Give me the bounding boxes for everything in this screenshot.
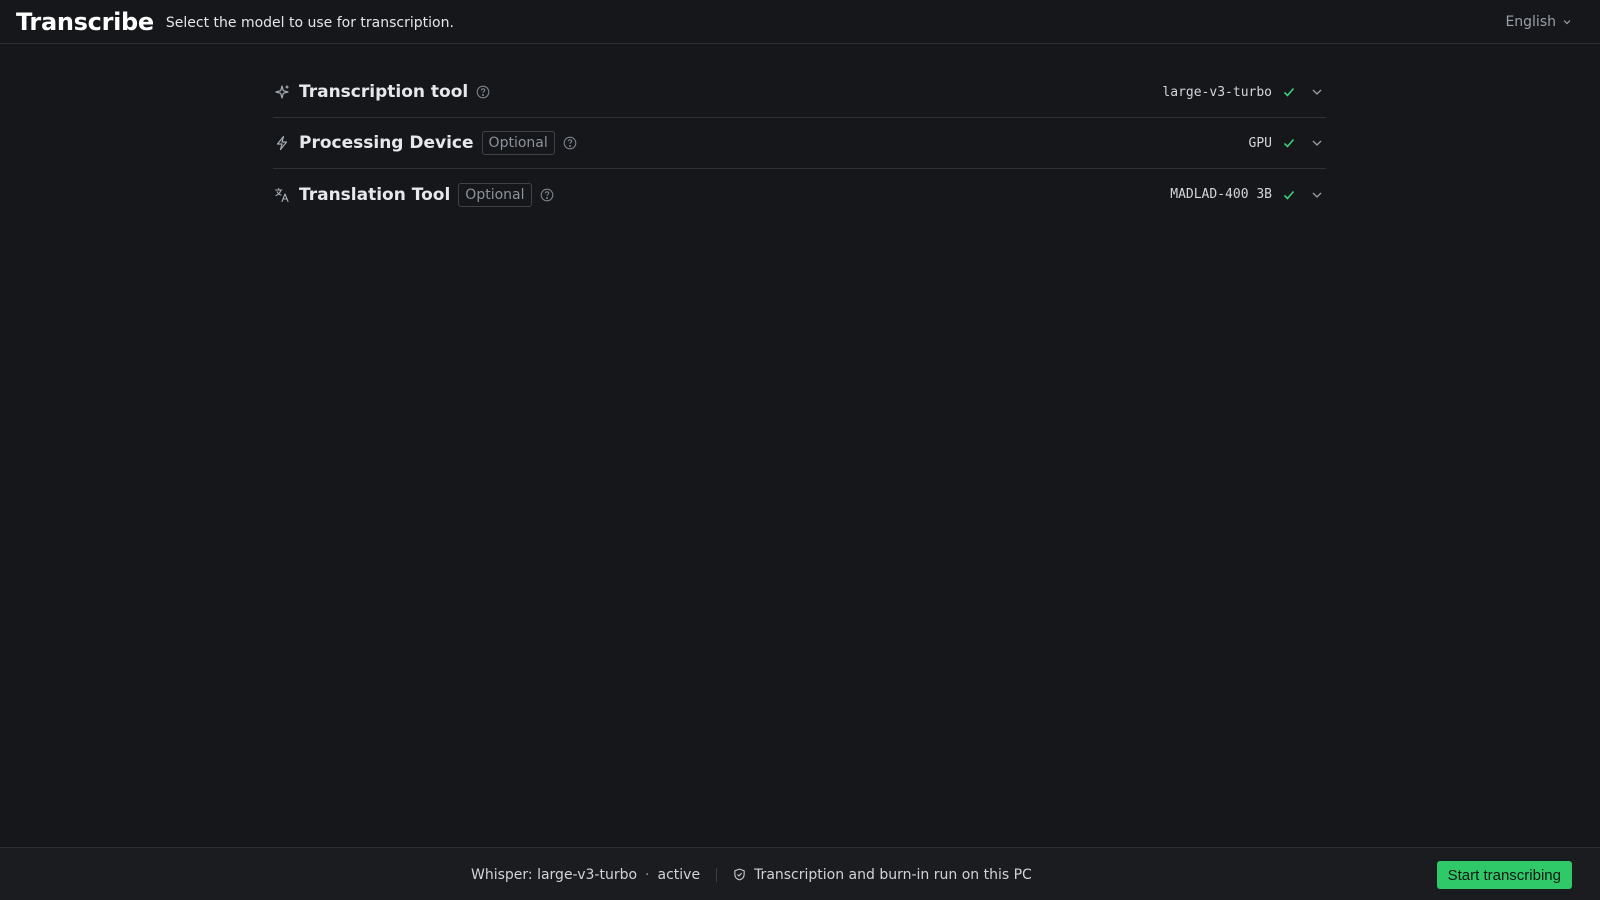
processing-device-value: GPU [1248,135,1272,151]
help-icon[interactable] [540,188,554,202]
header: Transcribe Select the model to use for t… [0,0,1600,44]
engine-status: Whisper: large-v3-turbo [471,866,638,883]
language-selector[interactable]: English [1505,14,1572,30]
sparkle-icon [273,83,291,101]
chevron-down-icon [1312,89,1322,95]
processing-device-select[interactable]: GPU [1249,136,1326,151]
translation-tool-select[interactable]: MADLAD-400 3B [1170,187,1326,202]
processing-device-row[interactable]: Processing Device Optional GPU [273,118,1326,169]
translation-tool-row[interactable]: Translation Tool Optional MADLAD-400 3B [273,169,1326,220]
optional-badge: Optional [458,182,532,207]
language-label: English [1505,13,1556,30]
start-transcribing-button[interactable]: Start transcribing [1436,861,1572,889]
chevron-down-icon [1563,19,1571,24]
page-subtitle: Select the model to use for transcriptio… [165,15,454,31]
app-window: Transcribe Select the model to use for t… [0,0,1600,900]
transcription-tool-row[interactable]: Transcription tool large-v3-turbo [273,67,1326,118]
translation-tool-label: Translation Tool [299,184,451,205]
separator-dot: · [645,866,650,883]
page-title: Transcribe [16,7,154,36]
lightning-icon [273,134,291,152]
check-icon [1283,138,1295,148]
chevron-down-icon [1312,192,1322,198]
processing-device-label: Processing Device [299,133,474,153]
engine-state: active [657,866,701,883]
check-icon [1283,87,1295,97]
check-icon [1283,190,1295,200]
chevron-down-icon [1312,140,1322,146]
shield-icon [734,868,745,881]
model-settings: Transcription tool large-v3-turbo Proces… [273,67,1326,220]
divider [716,867,718,882]
transcription-tool-select[interactable]: large-v3-turbo [1162,85,1326,100]
optional-badge: Optional [481,131,555,155]
translation-tool-value: MADLAD-400 3B [1170,187,1272,202]
help-icon[interactable] [563,136,577,150]
status-bar: Whisper: large-v3-turbo · active Transcr… [471,848,1032,900]
translate-icon [273,186,291,204]
help-icon[interactable] [476,85,490,99]
footer-bar: Whisper: large-v3-turbo · active Transcr… [0,847,1600,900]
privacy-note: Transcription and burn-in run on this PC [733,867,1032,883]
privacy-text: Transcription and burn-in run on this PC [754,866,1032,883]
transcription-tool-label: Transcription tool [299,82,469,102]
transcription-tool-value: large-v3-turbo [1162,84,1272,100]
